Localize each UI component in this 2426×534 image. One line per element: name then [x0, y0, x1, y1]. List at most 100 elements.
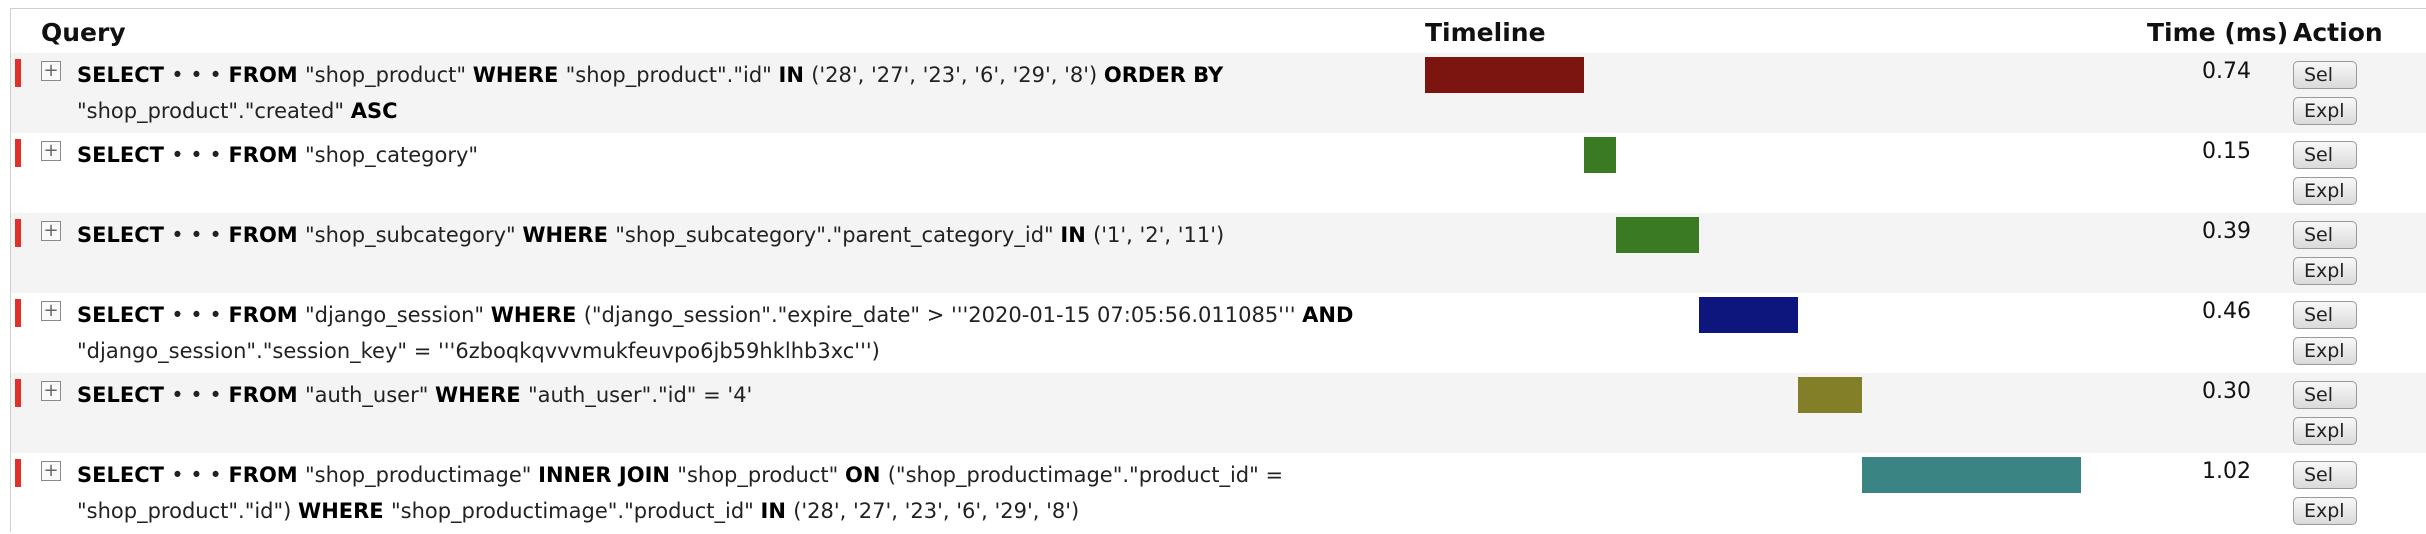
- sql-text: "shop_product": [677, 463, 845, 487]
- sql-text: "shop_product"."created": [77, 99, 351, 123]
- table-row: + SELECT • • • FROM "shop_productimage" I…: [11, 453, 2426, 533]
- sql-text: "shop_productimage": [305, 463, 539, 487]
- query-marker: [15, 139, 21, 167]
- explain-button[interactable]: Expl: [2293, 497, 2357, 525]
- timeline-bar: [1583, 137, 1616, 173]
- query-marker: [15, 59, 21, 87]
- table-header: Query Timeline Time (ms) Action: [11, 9, 2426, 53]
- expand-icon[interactable]: +: [41, 301, 61, 321]
- sql-query-text: SELECT • • • FROM "django_session" WHERE…: [77, 297, 1353, 369]
- sql-keyword: FROM: [228, 383, 306, 407]
- sql-keyword: IN: [760, 499, 794, 523]
- sql-text: ('1', '2', '11'): [1093, 223, 1225, 247]
- sql-keyword: SELECT: [77, 223, 172, 247]
- explain-button[interactable]: Expl: [2293, 177, 2357, 205]
- sql-keyword: WHERE: [490, 303, 584, 327]
- sql-keyword: SELECT: [77, 463, 172, 487]
- sql-keyword: IN: [1060, 223, 1094, 247]
- sql-keyword: FROM: [228, 223, 306, 247]
- sql-line: SELECT • • • FROM "django_session" WHERE…: [77, 297, 1353, 333]
- timeline-bar: [1862, 457, 2081, 493]
- sql-text: "auth_user": [305, 383, 436, 407]
- sql-keyword: SELECT: [77, 383, 172, 407]
- query-time: 0.46: [2202, 299, 2251, 324]
- query-time: 0.74: [2202, 59, 2251, 84]
- sql-line: SELECT • • • FROM "shop_category": [77, 137, 1287, 173]
- timeline-bar: [1425, 57, 1584, 93]
- sql-line: SELECT • • • FROM "shop_productimage" IN…: [77, 457, 1287, 493]
- sql-text: "auth_user"."id" = '4': [527, 383, 753, 407]
- sql-keyword: SELECT: [77, 143, 172, 167]
- select-button[interactable]: Sel: [2293, 461, 2357, 489]
- sql-text: "shop_product"."id": [565, 63, 779, 87]
- sql-text: "shop_product"."id"): [77, 499, 299, 523]
- table-row: + SELECT • • • FROM "auth_user" WHERE "au…: [11, 373, 2426, 453]
- query-marker: [15, 459, 21, 487]
- sql-text: "shop_productimage"."product_id": [390, 499, 761, 523]
- explain-button[interactable]: Expl: [2293, 97, 2357, 125]
- sql-text: • • •: [171, 143, 229, 167]
- sql-query-text: SELECT • • • FROM "auth_user" WHERE "aut…: [77, 377, 1287, 413]
- sql-text: • • •: [171, 383, 229, 407]
- query-column-header: Query: [41, 18, 126, 47]
- table-row: + SELECT • • • FROM "shop_category" 0.15 Se…: [11, 133, 2426, 213]
- sql-keyword: ON: [844, 463, 888, 487]
- explain-button[interactable]: Expl: [2293, 417, 2357, 445]
- select-button[interactable]: Sel: [2293, 301, 2357, 329]
- sql-text: ("django_session"."expire_date" > '''202…: [583, 303, 1303, 327]
- query-time: 0.30: [2202, 379, 2251, 404]
- timeline-bar: [1797, 377, 1863, 413]
- expand-icon[interactable]: +: [41, 221, 61, 241]
- select-button[interactable]: Sel: [2293, 381, 2357, 409]
- sql-keyword: INNER JOIN: [538, 463, 678, 487]
- sql-keyword: ORDER BY: [1103, 63, 1224, 87]
- query-time: 0.39: [2202, 219, 2251, 244]
- sql-text: • • •: [171, 63, 229, 87]
- sql-keyword: SELECT: [77, 63, 172, 87]
- sql-text: "shop_subcategory"."parent_category_id": [615, 223, 1061, 247]
- expand-icon[interactable]: +: [41, 141, 61, 161]
- sql-keyword: AND: [1302, 303, 1354, 327]
- sql-keyword: WHERE: [298, 499, 391, 523]
- sql-line: "django_session"."session_key" = '''6zbo…: [77, 333, 1287, 369]
- explain-button[interactable]: Expl: [2293, 257, 2357, 285]
- sql-line: "shop_product"."created" ASC: [77, 93, 1287, 129]
- sql-keyword: FROM: [228, 463, 306, 487]
- sql-keyword: FROM: [228, 63, 306, 87]
- table-row: + SELECT • • • FROM "shop_subcategory" WH…: [11, 213, 2426, 293]
- sql-line: SELECT • • • FROM "shop_product" WHERE "…: [77, 57, 1287, 93]
- sql-text: • • •: [171, 463, 229, 487]
- table-row: + SELECT • • • FROM "shop_product" WHERE …: [11, 53, 2426, 133]
- timeline-bar: [1615, 217, 1700, 253]
- sql-keyword: IN: [778, 63, 812, 87]
- sql-text: "django_session": [305, 303, 491, 327]
- query-marker: [15, 379, 21, 407]
- explain-button[interactable]: Expl: [2293, 337, 2357, 365]
- sql-keyword: FROM: [228, 303, 306, 327]
- select-button[interactable]: Sel: [2293, 221, 2357, 249]
- sql-text: ('28', '27', '23', '6', '29', '8'): [811, 63, 1104, 87]
- sql-keyword: WHERE: [472, 63, 566, 87]
- sql-line: SELECT • • • FROM "shop_subcategory" WHE…: [77, 217, 1287, 253]
- sql-text: "django_session"."session_key" = '''6zbo…: [77, 339, 880, 363]
- query-time: 1.02: [2202, 459, 2251, 484]
- sql-keyword: SELECT: [77, 303, 172, 327]
- sql-query-text: SELECT • • • FROM "shop_category": [77, 137, 1287, 173]
- action-column-header: Action: [2293, 18, 2383, 47]
- sql-line: "shop_product"."id") WHERE "shop_product…: [77, 493, 1287, 529]
- select-button[interactable]: Sel: [2293, 141, 2357, 169]
- expand-icon[interactable]: +: [41, 381, 61, 401]
- table-row: + SELECT • • • FROM "django_session" WHER…: [11, 293, 2426, 373]
- expand-icon[interactable]: +: [41, 461, 61, 481]
- expand-icon[interactable]: +: [41, 61, 61, 81]
- sql-query-text: SELECT • • • FROM "shop_subcategory" WHE…: [77, 217, 1287, 253]
- sql-text: "shop_subcategory": [305, 223, 523, 247]
- sql-text: ('28', '27', '23', '6', '29', '8'): [793, 499, 1080, 523]
- sql-line: SELECT • • • FROM "auth_user" WHERE "aut…: [77, 377, 1287, 413]
- sql-query-text: SELECT • • • FROM "shop_productimage" IN…: [77, 457, 1287, 529]
- sql-text: • • •: [171, 223, 229, 247]
- select-button[interactable]: Sel: [2293, 61, 2357, 89]
- timeline-bar: [1699, 297, 1798, 333]
- sql-text: ("shop_productimage"."product_id" =: [887, 463, 1284, 487]
- sql-text: • • •: [171, 303, 229, 327]
